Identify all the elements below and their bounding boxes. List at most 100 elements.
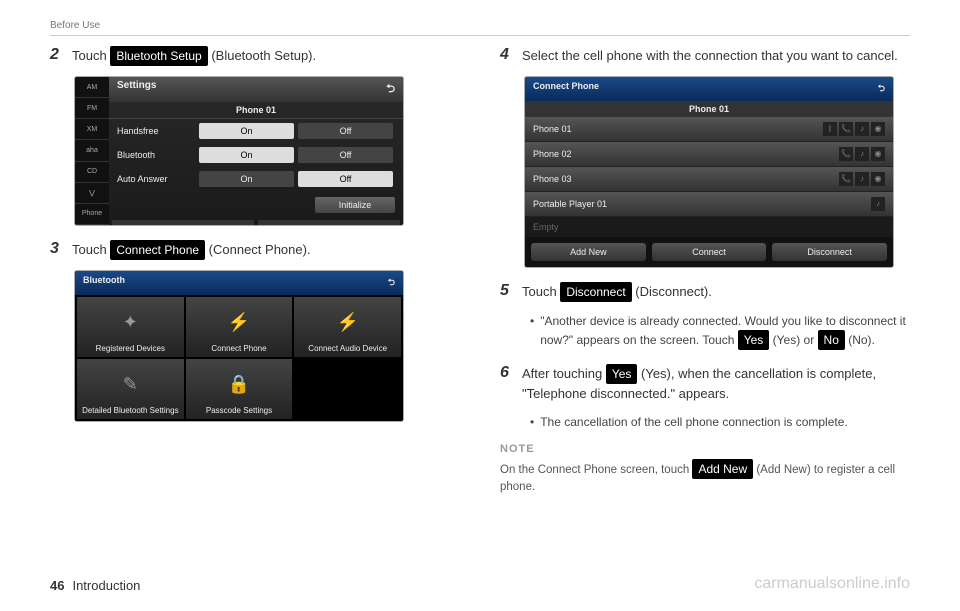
item-name: Portable Player 01 bbox=[533, 199, 871, 209]
label: Passcode Settings bbox=[206, 406, 272, 415]
detailed-settings-tile[interactable]: ✎Detailed Bluetooth Settings bbox=[77, 359, 184, 419]
volume-settings-button[interactable]: Volume Settings bbox=[258, 220, 400, 226]
bluetooth-row: Bluetooth On Off bbox=[109, 143, 403, 167]
text: (No). bbox=[845, 333, 875, 347]
label: Bluetooth bbox=[117, 150, 197, 160]
lock-icon: 🔒 bbox=[228, 363, 250, 406]
off-button[interactable]: Off bbox=[298, 171, 393, 187]
link-icon: ◉ bbox=[871, 172, 885, 186]
settings-screenshot: AM FM XM aha CD ⋁ Phone Settings ⮌ Phone … bbox=[74, 76, 404, 226]
status-icons: ♪ bbox=[871, 197, 885, 211]
passcode-tile[interactable]: 🔒Passcode Settings bbox=[186, 359, 293, 419]
item-name: Phone 01 bbox=[533, 124, 823, 134]
header-section: Before Use bbox=[50, 20, 910, 36]
step-text: Touch Connect Phone (Connect Phone). bbox=[72, 240, 460, 260]
list-item[interactable]: Phone 02📞♪◉ bbox=[525, 142, 893, 167]
add-new-button[interactable]: Add New bbox=[531, 243, 646, 261]
label: Handsfree bbox=[117, 126, 197, 136]
audio-icon: ⚡ bbox=[336, 301, 358, 344]
add-new-button-ref: Add New bbox=[692, 459, 753, 479]
bluetooth-setup-button[interactable]: Bluetooth Setup bbox=[112, 220, 254, 226]
tab-down[interactable]: ⋁ bbox=[75, 183, 109, 204]
text: (Bluetooth Setup). bbox=[208, 48, 316, 63]
connect-phone-tile[interactable]: ⚡Connect Phone bbox=[186, 297, 293, 357]
list-item[interactable]: Phone 01ᛒ📞♪◉ bbox=[525, 117, 893, 142]
step-text: Touch Bluetooth Setup (Bluetooth Setup). bbox=[72, 46, 460, 66]
step-6: 6 After touching Yes (Yes), when the can… bbox=[500, 364, 910, 404]
registered-devices-tile[interactable]: ✦Registered Devices bbox=[77, 297, 184, 357]
tab-phone[interactable]: Phone bbox=[75, 204, 109, 225]
connect-phone-title: Connect Phone bbox=[533, 81, 599, 97]
status-icons: 📞♪◉ bbox=[839, 172, 885, 186]
back-icon[interactable]: ⮌ bbox=[388, 275, 395, 291]
devices-icon: ✦ bbox=[123, 301, 138, 344]
music-icon: ♪ bbox=[871, 197, 885, 211]
left-column: 2 Touch Bluetooth Setup (Bluetooth Setup… bbox=[50, 46, 460, 497]
off-button[interactable]: Off bbox=[298, 147, 393, 163]
page-number: 46 bbox=[50, 578, 64, 593]
text: (Yes) or bbox=[769, 333, 817, 347]
connect-audio-tile[interactable]: ⚡Connect Audio Device bbox=[294, 297, 401, 357]
disconnect-button[interactable]: Disconnect bbox=[772, 243, 887, 261]
connect-button[interactable]: Connect bbox=[652, 243, 767, 261]
text: "Another device is already connected. Wo… bbox=[540, 312, 910, 350]
watermark: carmanualsonline.info bbox=[754, 575, 910, 593]
phone-name: Phone 01 bbox=[109, 102, 403, 119]
step-number: 2 bbox=[50, 46, 72, 64]
step-2: 2 Touch Bluetooth Setup (Bluetooth Setup… bbox=[50, 46, 460, 66]
settings-icon: ✎ bbox=[123, 363, 138, 406]
yes-button-ref: Yes bbox=[738, 330, 770, 350]
bt-icon: ᛒ bbox=[823, 122, 837, 136]
step-text: After touching Yes (Yes), when the cance… bbox=[522, 364, 910, 404]
step-5: 5 Touch Disconnect (Disconnect). bbox=[500, 282, 910, 302]
initialize-button[interactable]: Initialize bbox=[315, 197, 395, 213]
music-icon: ♪ bbox=[855, 122, 869, 136]
tab-fm[interactable]: FM bbox=[75, 98, 109, 119]
step-text: Touch Disconnect (Disconnect). bbox=[522, 282, 910, 302]
list-item[interactable]: Phone 03📞♪◉ bbox=[525, 167, 893, 192]
step-3: 3 Touch Connect Phone (Connect Phone). bbox=[50, 240, 460, 260]
step-text: Select the cell phone with the connectio… bbox=[522, 46, 910, 66]
link-icon: ◉ bbox=[871, 122, 885, 136]
on-button[interactable]: On bbox=[199, 171, 294, 187]
autoanswer-row: Auto Answer On Off bbox=[109, 167, 403, 191]
bluetooth-setup-button-ref: Bluetooth Setup bbox=[110, 46, 207, 66]
step-number: 4 bbox=[500, 46, 522, 64]
step-number: 5 bbox=[500, 282, 522, 300]
yes-button-ref: Yes bbox=[606, 364, 638, 384]
list-item[interactable]: Portable Player 01♪ bbox=[525, 192, 893, 217]
note-header: NOTE bbox=[500, 443, 910, 455]
back-icon[interactable]: ⮌ bbox=[386, 80, 395, 99]
text: (Connect Phone). bbox=[205, 242, 311, 257]
right-column: 4 Select the cell phone with the connect… bbox=[500, 46, 910, 497]
label: Auto Answer bbox=[117, 174, 197, 184]
tab-xm[interactable]: XM bbox=[75, 119, 109, 140]
text: After touching bbox=[522, 366, 606, 381]
music-icon: ♪ bbox=[855, 147, 869, 161]
link-icon: ◉ bbox=[871, 147, 885, 161]
status-icons: ᛒ📞♪◉ bbox=[823, 122, 885, 136]
label: Registered Devices bbox=[96, 344, 165, 353]
on-button[interactable]: On bbox=[199, 123, 294, 139]
step-number: 3 bbox=[50, 240, 72, 258]
page-footer: 46Introduction carmanualsonline.info bbox=[50, 575, 910, 593]
bullet-icon: • bbox=[530, 312, 534, 350]
connect-phone-screenshot: Connect Phone ⮌ Phone 01 Phone 01ᛒ📞♪◉ Pho… bbox=[524, 76, 894, 268]
on-button[interactable]: On bbox=[199, 147, 294, 163]
tab-aha[interactable]: aha bbox=[75, 140, 109, 161]
phone-icon: 📞 bbox=[839, 122, 853, 136]
tab-cd[interactable]: CD bbox=[75, 162, 109, 183]
back-icon[interactable]: ⮌ bbox=[878, 81, 885, 97]
tab-am[interactable]: AM bbox=[75, 77, 109, 98]
bluetooth-screenshot: Bluetooth⮌ ✦Registered Devices ⚡Connect … bbox=[74, 270, 404, 422]
item-name: Phone 03 bbox=[533, 174, 839, 184]
phone-icon: 📞 bbox=[839, 147, 853, 161]
off-button[interactable]: Off bbox=[298, 123, 393, 139]
phone-icon: ⚡ bbox=[228, 301, 250, 344]
text: Touch bbox=[72, 242, 110, 257]
text: On the Connect Phone screen, touch bbox=[500, 464, 692, 476]
text: Touch bbox=[522, 284, 560, 299]
status-icons: 📞♪◉ bbox=[839, 147, 885, 161]
settings-title: Settings bbox=[117, 80, 156, 99]
phone-icon: 📞 bbox=[839, 172, 853, 186]
